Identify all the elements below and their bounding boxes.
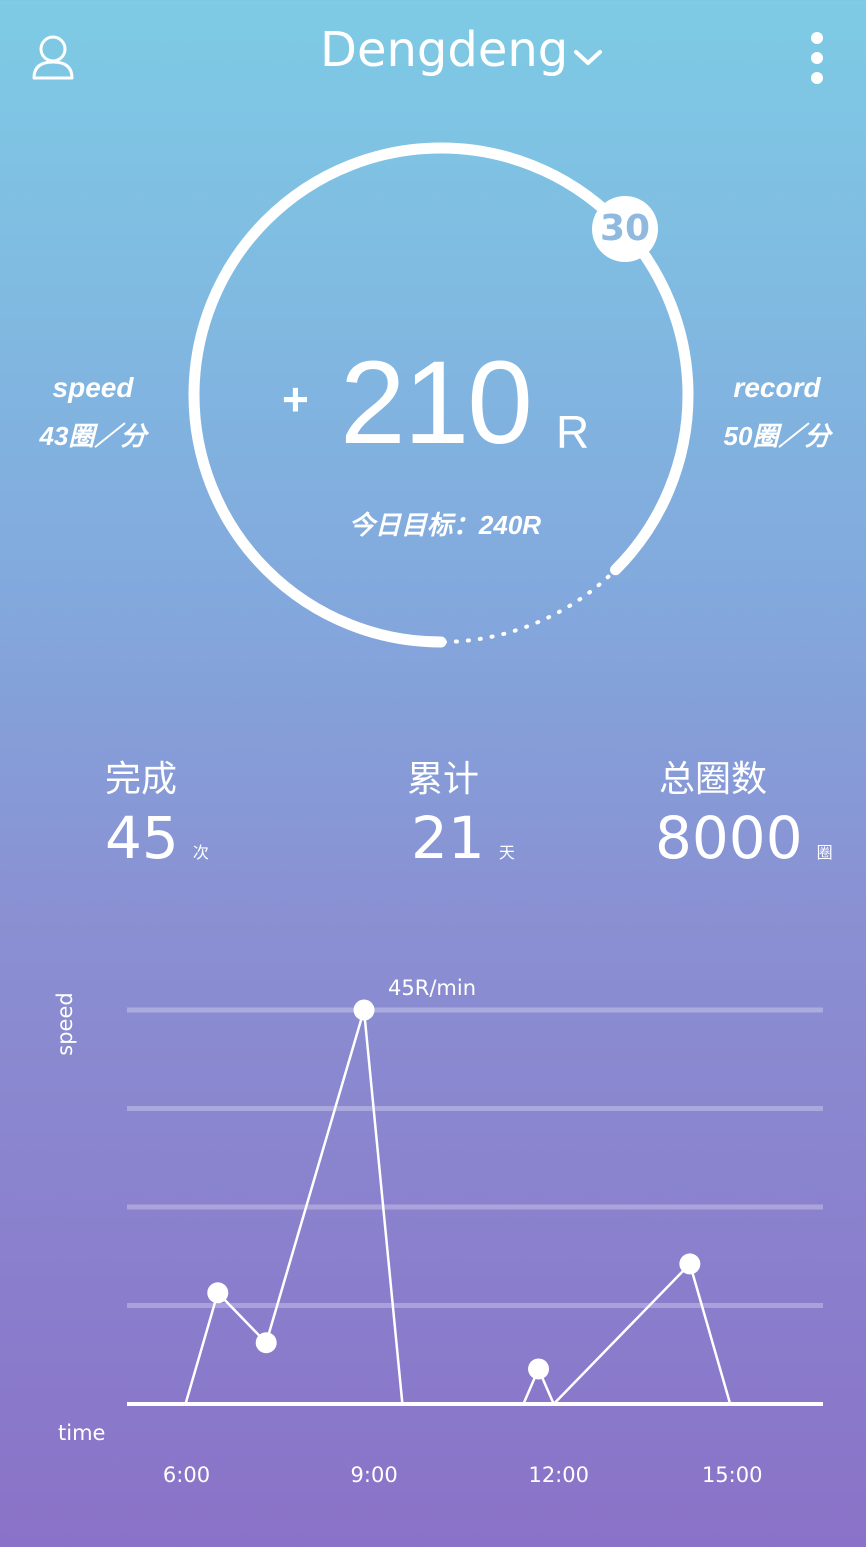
stat-completed: 完成 45 次 <box>105 750 209 872</box>
stat-value: 8000 <box>655 804 803 872</box>
record-value: 50圈／分 <box>723 421 831 451</box>
app-title: Dengdeng <box>320 22 569 78</box>
speed-value: 43圈／分 <box>39 421 147 451</box>
ring-badge-value: 30 <box>599 208 651 249</box>
ring-badge: 30 <box>592 196 658 262</box>
chart-x-tick-label: 6:00 <box>163 1463 210 1487</box>
chart-x-tick-label: 15:00 <box>702 1463 763 1487</box>
chart-xlabel: time <box>58 1421 105 1445</box>
profile-button[interactable] <box>30 32 78 82</box>
stat-value: 45 <box>105 804 179 872</box>
chevron-down-icon <box>574 50 602 65</box>
stat-unit: 圈 <box>816 843 833 862</box>
speed-label: speed <box>52 372 134 403</box>
chart-data-point <box>679 1253 701 1275</box>
ring-plus: + <box>282 373 309 425</box>
today-count: 210 <box>340 337 533 469</box>
chart-data-point <box>207 1282 229 1304</box>
more-vertical-icon <box>811 32 823 84</box>
chart-x-tick-label: 9:00 <box>351 1463 398 1487</box>
stat-label: 累计 <box>407 759 480 800</box>
stat-label: 总圈数 <box>659 759 768 800</box>
chart-data-point <box>528 1358 550 1380</box>
stat-total-laps: 总圈数 8000 圈 <box>655 750 833 872</box>
chart-series-line <box>522 1262 732 1406</box>
speed-chart: 6:00 9:00 12:00 15:00 45R/min speed time <box>53 976 823 1487</box>
today-count-unit: R <box>556 406 590 458</box>
chart-data-point <box>353 999 375 1021</box>
chart-data-point <box>255 1332 277 1354</box>
stat-unit: 天 <box>498 843 515 862</box>
chart-annotation: 45R/min <box>388 976 476 1000</box>
stat-label: 完成 <box>105 759 178 800</box>
chart-ylabel: speed <box>53 992 77 1055</box>
account-switcher[interactable]: Dengdeng <box>300 20 620 90</box>
chart-x-tick-label: 12:00 <box>528 1463 589 1487</box>
stat-value: 21 <box>411 804 485 872</box>
more-menu-button[interactable] <box>800 30 834 90</box>
stat-cumulative: 累计 21 天 <box>407 750 515 872</box>
user-icon <box>32 35 74 80</box>
record-label: record <box>733 372 821 403</box>
daily-goal: 今日目标：240R <box>348 510 542 540</box>
stat-unit: 次 <box>192 843 209 862</box>
